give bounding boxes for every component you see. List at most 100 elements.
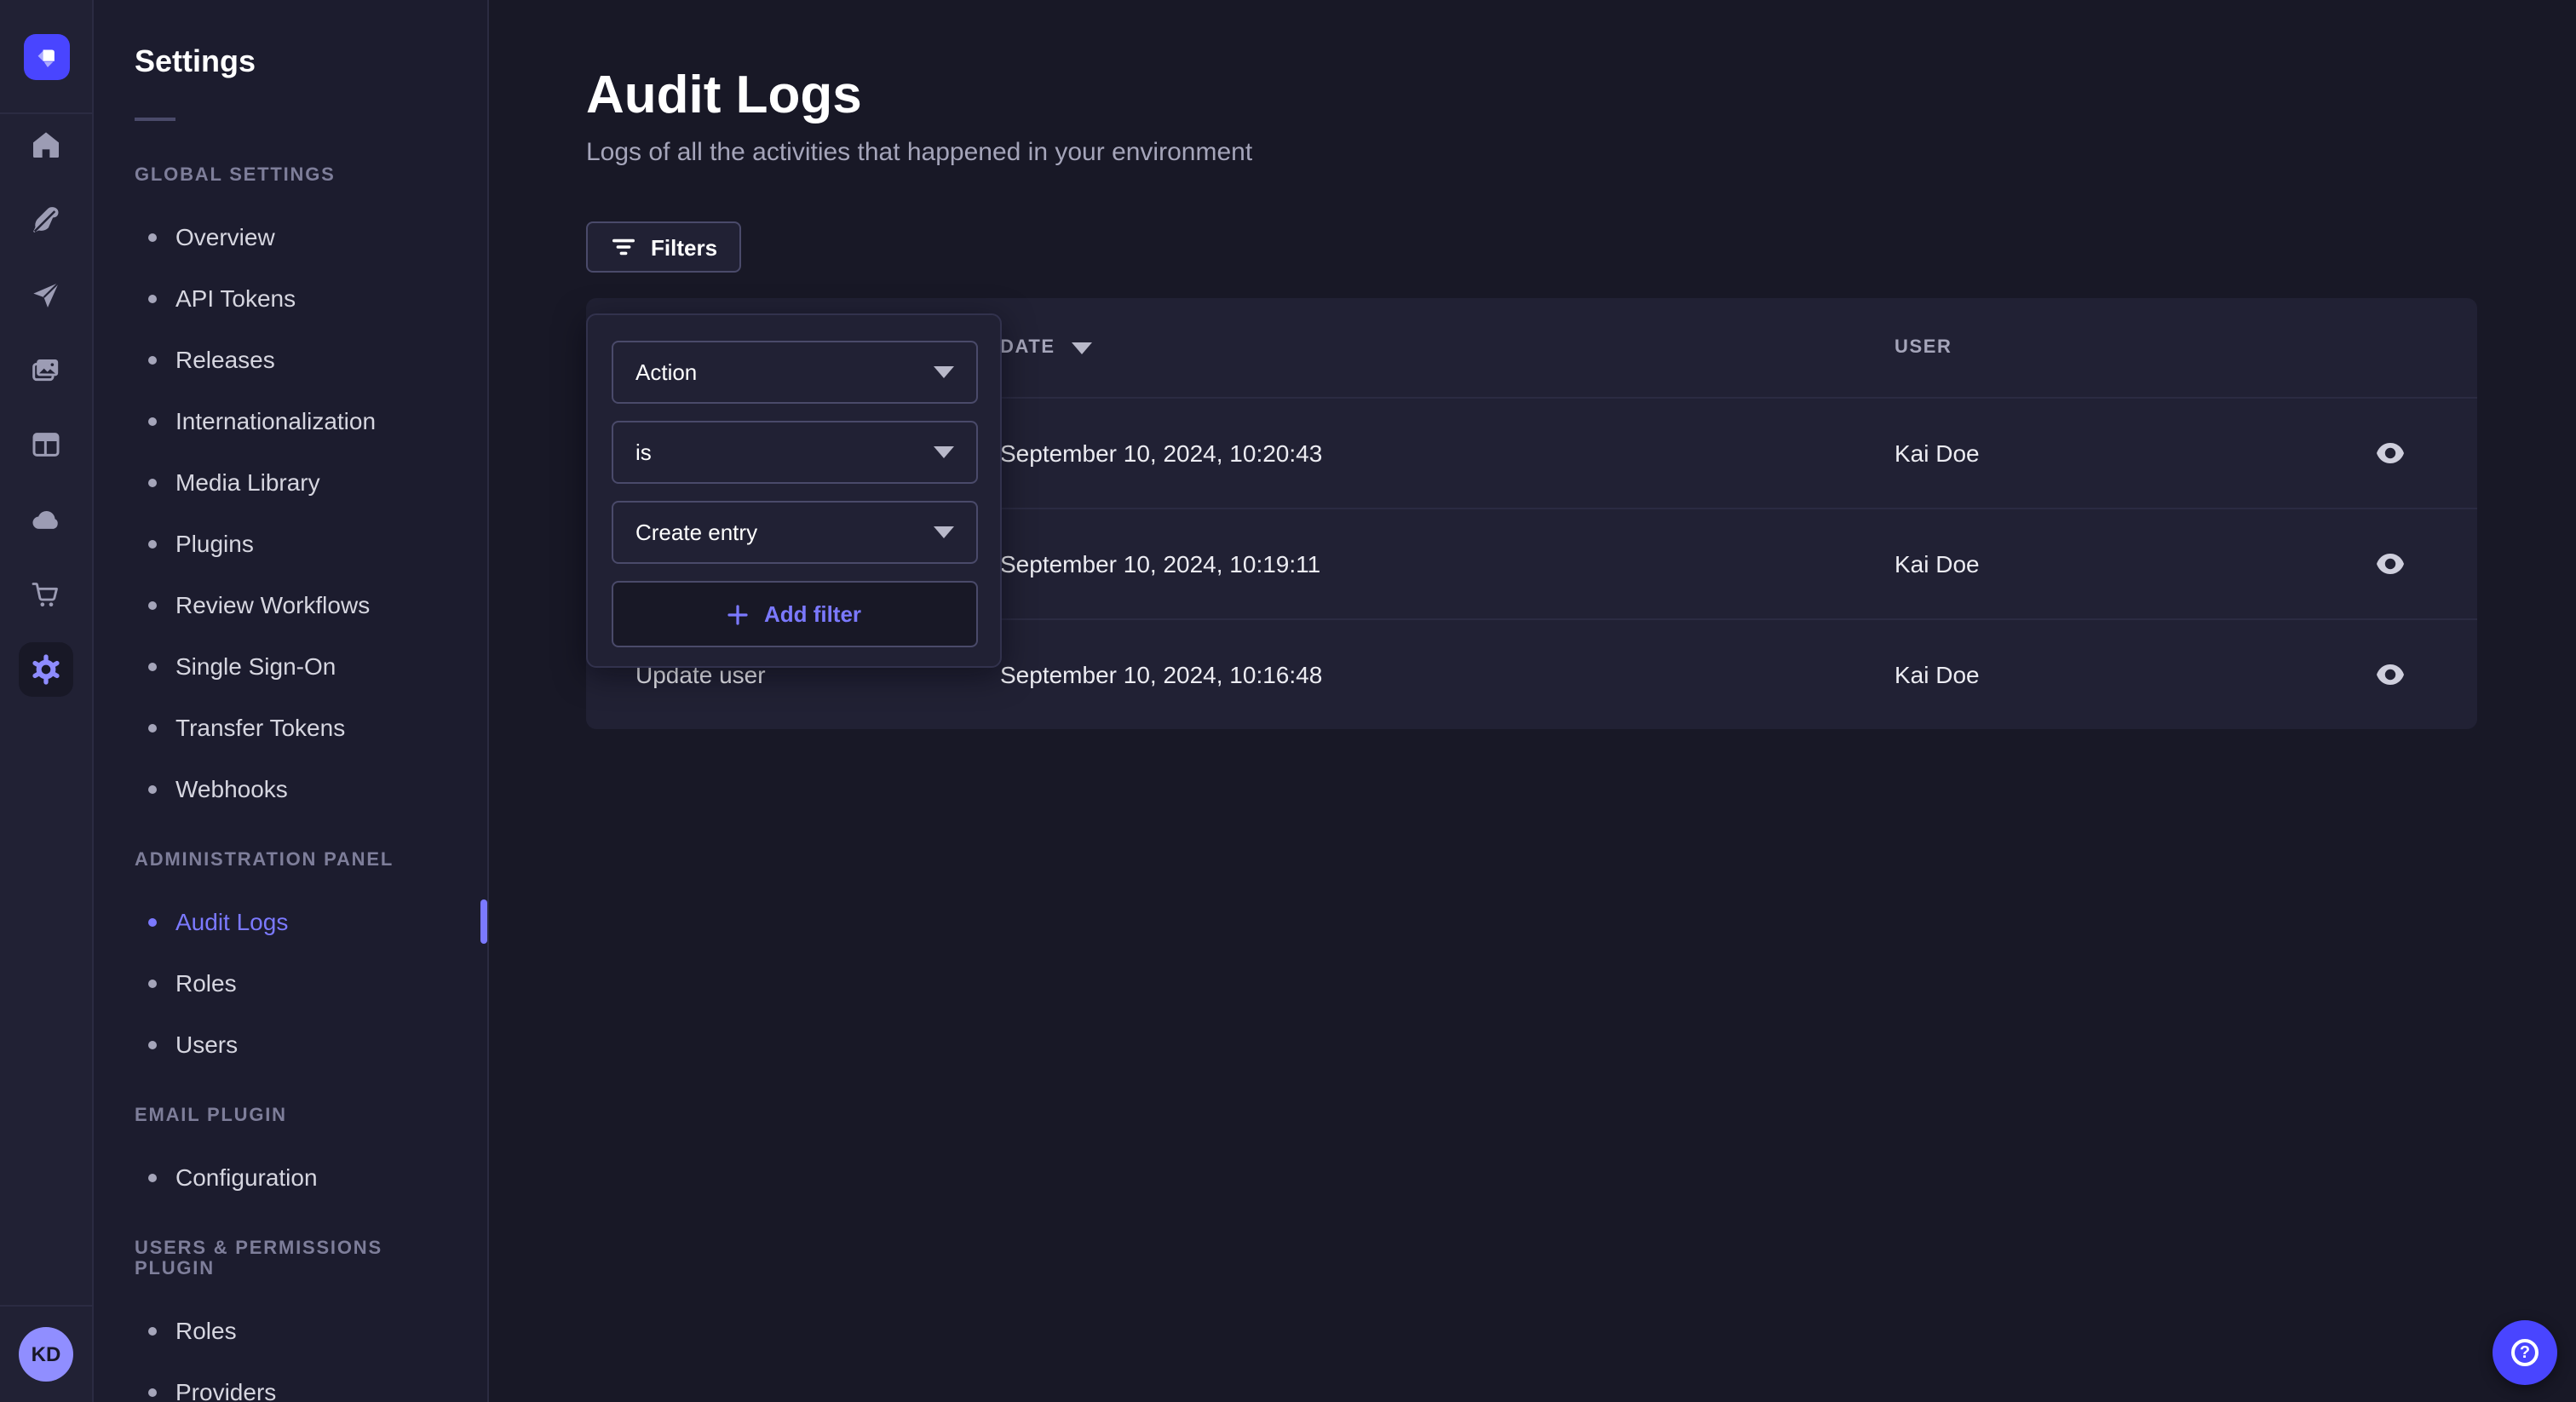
title-divider (135, 118, 175, 121)
question-mark-icon: ? (2511, 1339, 2539, 1366)
filter-popover: Action is Create entry Add filter (586, 313, 1002, 668)
page-title: Audit Logs (586, 65, 2477, 126)
filter-field-value: Action (635, 359, 697, 385)
section-label-global-settings: GLOBAL SETTINGS (135, 165, 446, 186)
bullet-icon (148, 1388, 157, 1396)
rail-button-content[interactable] (19, 192, 73, 247)
page-subtitle: Logs of all the activities that happened… (586, 138, 2477, 167)
filter-operator-value: is (635, 440, 652, 465)
sidebar-item-audit-logs[interactable]: Audit Logs (94, 891, 487, 952)
rail-nav (19, 118, 73, 697)
bullet-icon (148, 233, 157, 241)
rail-button-marketplace[interactable] (19, 567, 73, 622)
sidebar-item-email-configuration[interactable]: Configuration (94, 1146, 487, 1208)
app-root: KD Settings GLOBAL SETTINGS Overview API… (0, 0, 2576, 1402)
eye-icon (2377, 443, 2404, 463)
bullet-icon (148, 662, 157, 670)
bullet-icon (148, 784, 157, 793)
rail-button-settings[interactable] (19, 642, 73, 697)
filter-value-value: Create entry (635, 520, 757, 545)
cart-icon (29, 577, 63, 612)
help-button[interactable]: ? (2493, 1320, 2557, 1385)
row-actions-cell (2377, 664, 2477, 685)
rail-button-home[interactable] (19, 118, 73, 172)
add-filter-button[interactable]: Add filter (612, 581, 978, 647)
avatar[interactable]: KD (19, 1327, 73, 1382)
home-icon (29, 128, 63, 162)
date-cell: September 10, 2024, 10:16:48 (1000, 661, 1895, 688)
row-actions-cell (2377, 554, 2477, 574)
sidebar-item-single-sign-on[interactable]: Single Sign-On (94, 635, 487, 697)
strapi-logo-icon[interactable] (23, 33, 69, 79)
date-cell: September 10, 2024, 10:19:11 (1000, 550, 1895, 577)
section-label-email-plugin: EMAIL PLUGIN (135, 1106, 446, 1126)
chevron-down-icon (934, 526, 954, 538)
paper-plane-icon (29, 278, 63, 312)
rail-button-media[interactable] (19, 342, 73, 397)
users-permissions-list: Roles Providers (94, 1300, 487, 1402)
sidebar-item-plugins[interactable]: Plugins (94, 513, 487, 574)
administration-panel-list: Audit Logs Roles Users (94, 891, 487, 1075)
section-label-users-permissions-plugin: USERS & PERMISSIONS PLUGIN (135, 1238, 446, 1279)
chevron-down-icon (934, 446, 954, 458)
images-icon (29, 353, 63, 387)
bullet-icon (148, 417, 157, 425)
feather-icon (29, 203, 63, 237)
eye-icon (2377, 664, 2404, 685)
gear-icon (27, 651, 65, 688)
sidebar-item-review-workflows[interactable]: Review Workflows (94, 574, 487, 635)
rail-button-content-manager[interactable] (19, 417, 73, 472)
bullet-icon (148, 979, 157, 987)
filter-value-select[interactable]: Create entry (612, 501, 978, 564)
view-log-button[interactable] (2377, 443, 2404, 463)
sidebar-item-admin-users[interactable]: Users (94, 1014, 487, 1075)
sidebar-item-internationalization[interactable]: Internationalization (94, 390, 487, 451)
bullet-icon (148, 294, 157, 302)
bullet-icon (148, 1326, 157, 1335)
plus-icon (728, 604, 749, 624)
filter-field-select[interactable]: Action (612, 341, 978, 404)
sidebar-item-api-tokens[interactable]: API Tokens (94, 267, 487, 329)
sidebar-item-up-providers[interactable]: Providers (94, 1361, 487, 1402)
date-column-header: DATE (1000, 337, 1055, 358)
icon-rail: KD (0, 0, 94, 1402)
bullet-icon (148, 600, 157, 609)
filter-icon (610, 233, 637, 261)
chevron-down-icon (934, 366, 954, 378)
sidebar-item-overview[interactable]: Overview (94, 206, 487, 267)
rail-button-deploy[interactable] (19, 492, 73, 547)
settings-sidebar: Settings GLOBAL SETTINGS Overview API To… (94, 0, 489, 1402)
user-column-header: USER (1895, 337, 2377, 358)
sidebar-item-transfer-tokens[interactable]: Transfer Tokens (94, 697, 487, 758)
filters-button-label: Filters (651, 234, 717, 260)
row-actions-cell (2377, 443, 2477, 463)
bullet-icon (148, 723, 157, 732)
strapi-logo-mark (30, 40, 62, 72)
sort-desc-icon (1072, 342, 1093, 353)
rail-button-releases[interactable] (19, 267, 73, 322)
view-log-button[interactable] (2377, 554, 2404, 574)
view-log-button[interactable] (2377, 664, 2404, 685)
sidebar-item-up-roles[interactable]: Roles (94, 1300, 487, 1361)
filter-operator-select[interactable]: is (612, 421, 978, 484)
section-label-administration-panel: ADMINISTRATION PANEL (135, 850, 446, 871)
layout-icon (29, 428, 63, 462)
sidebar-item-webhooks[interactable]: Webhooks (94, 758, 487, 819)
bullet-icon (148, 917, 157, 926)
eye-icon (2377, 554, 2404, 574)
user-cell: Kai Doe (1895, 661, 2377, 688)
email-plugin-list: Configuration (94, 1146, 487, 1208)
bullet-icon (148, 1173, 157, 1181)
date-column-sort-button[interactable]: DATE (1000, 337, 1895, 358)
bullet-icon (148, 478, 157, 486)
add-filter-label: Add filter (764, 601, 861, 627)
filters-button[interactable]: Filters (586, 221, 741, 273)
bullet-icon (148, 355, 157, 364)
cloud-icon (29, 503, 63, 537)
sidebar-item-releases[interactable]: Releases (94, 329, 487, 390)
global-settings-list: Overview API Tokens Releases Internation… (94, 206, 487, 819)
logo-block (0, 0, 93, 114)
date-cell: September 10, 2024, 10:20:43 (1000, 440, 1895, 467)
sidebar-item-admin-roles[interactable]: Roles (94, 952, 487, 1014)
sidebar-item-media-library[interactable]: Media Library (94, 451, 487, 513)
